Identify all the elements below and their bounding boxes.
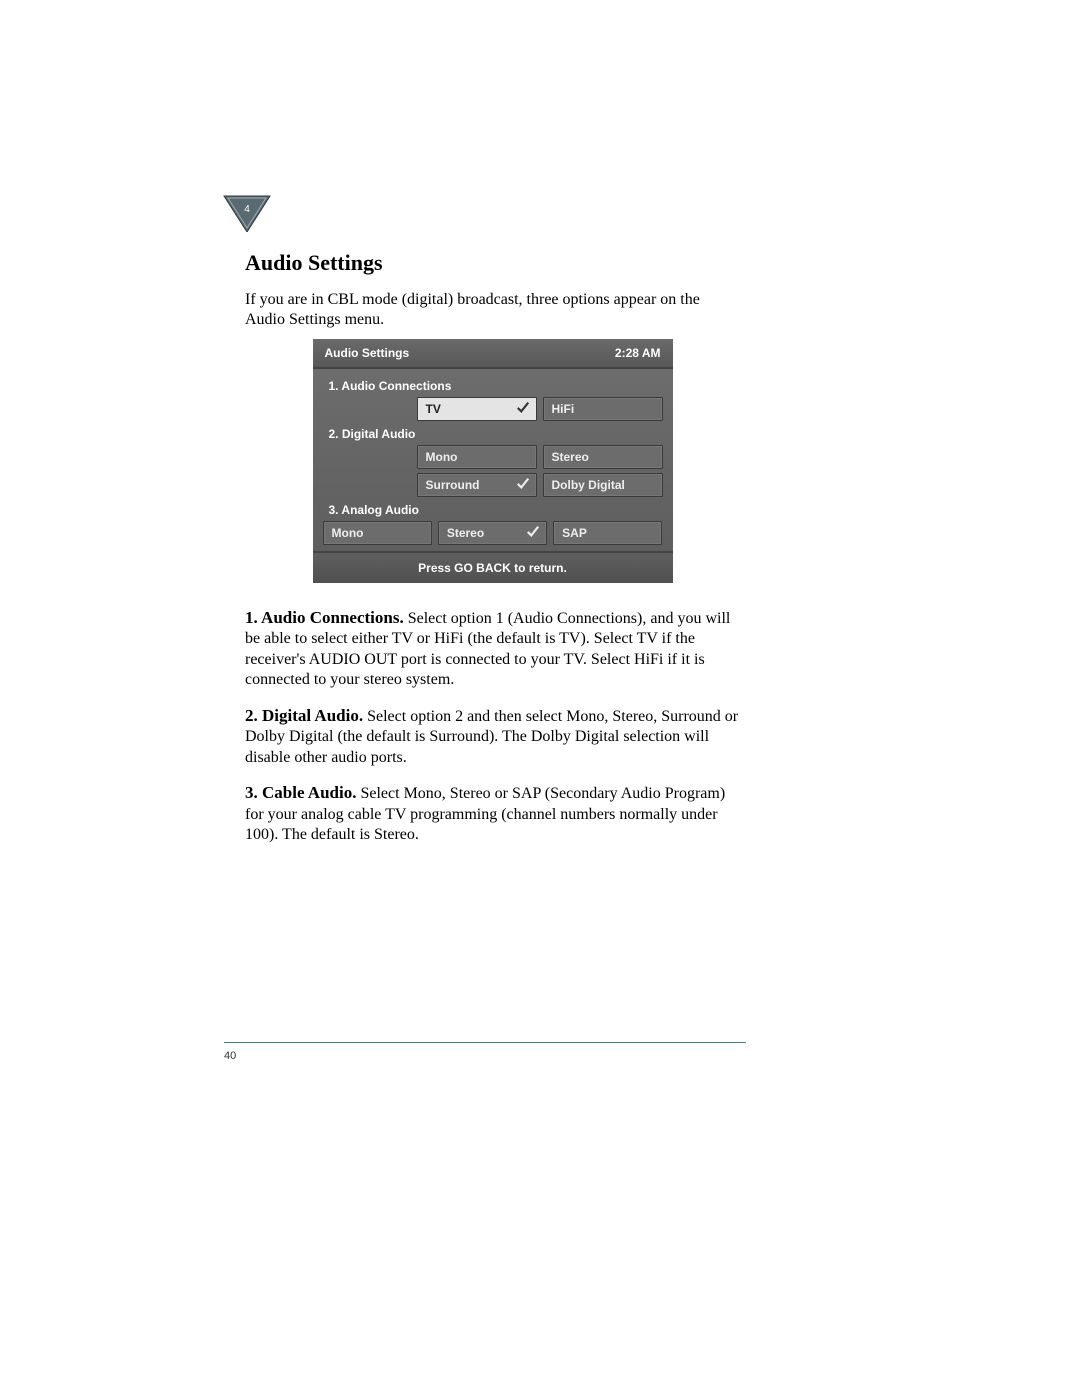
osd-row: TVHiFi (323, 397, 663, 421)
osd-row: MonoStereo (323, 445, 663, 469)
body-paragraphs: 1. Audio Connections. Select option 1 (A… (245, 607, 740, 846)
paragraph-lead: 3. Cable Audio. (245, 783, 356, 802)
content-column: Audio Settings If you are in CBL mode (d… (245, 250, 740, 846)
osd-footer: Press GO BACK to return. (313, 551, 673, 583)
intro-paragraph: If you are in CBL mode (digital) broadca… (245, 290, 740, 331)
page-number: 40 (224, 1050, 236, 1062)
body-paragraph: 2. Digital Audio. Select option 2 and th… (245, 705, 740, 768)
osd-option[interactable]: TV (417, 397, 537, 421)
osd-panel: Audio Settings 2:28 AM 1. Audio Connecti… (313, 339, 673, 583)
section-heading: Audio Settings (245, 250, 740, 276)
osd-row: MonoStereoSAP (323, 521, 663, 545)
osd-option[interactable]: Stereo (543, 445, 663, 469)
paragraph-lead: 2. Digital Audio. (245, 706, 363, 725)
chapter-number: 4 (244, 204, 250, 215)
osd-option[interactable]: SAP (553, 521, 662, 545)
osd-option[interactable]: Stereo (438, 521, 547, 545)
osd-title: Audio Settings (325, 346, 410, 360)
osd-section-label: 2. Digital Audio (329, 427, 663, 441)
osd-row: SurroundDolby Digital (323, 473, 663, 497)
check-icon (516, 400, 530, 414)
osd-body: 1. Audio Connections TVHiFi 2. Digital Aud… (313, 369, 673, 545)
osd-option[interactable]: HiFi (543, 397, 663, 421)
osd-option[interactable]: Surround (417, 473, 537, 497)
body-paragraph: 1. Audio Connections. Select option 1 (A… (245, 607, 740, 691)
chapter-marker-icon: 4 (222, 192, 272, 232)
footer-rule (224, 1042, 746, 1043)
check-icon (516, 476, 530, 490)
paragraph-lead: 1. Audio Connections. (245, 608, 404, 627)
osd-option[interactable]: Mono (417, 445, 537, 469)
check-icon (526, 524, 540, 538)
osd-section-label: 3. Analog Audio (329, 503, 663, 517)
osd-section-label: 1. Audio Connections (329, 379, 663, 393)
osd-clock: 2:28 AM (615, 346, 661, 360)
osd-header: Audio Settings 2:28 AM (313, 339, 673, 369)
page: 4 Audio Settings If you are in CBL mode … (0, 0, 1080, 1397)
osd-option[interactable]: Mono (323, 521, 432, 545)
body-paragraph: 3. Cable Audio. Select Mono, Stereo or S… (245, 782, 740, 845)
osd-option[interactable]: Dolby Digital (543, 473, 663, 497)
